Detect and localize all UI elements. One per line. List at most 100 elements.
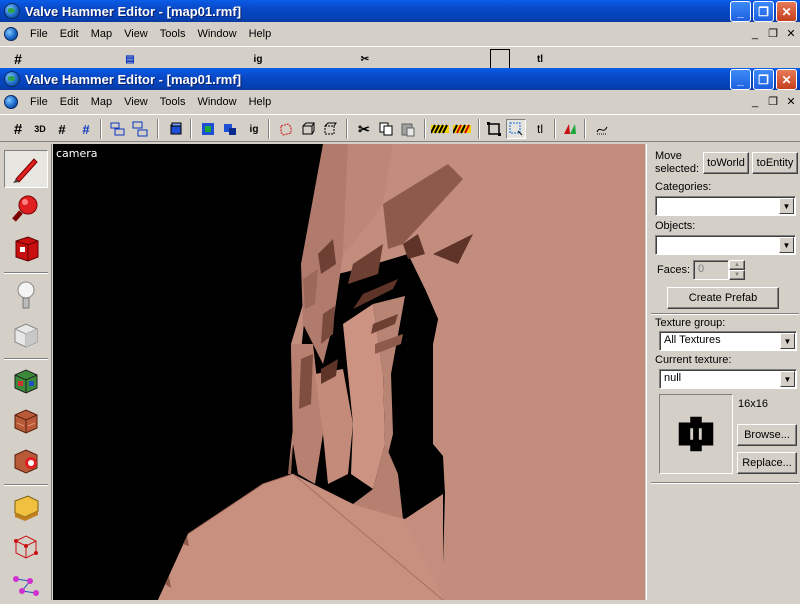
transform-icon[interactable]	[592, 119, 612, 139]
carve-icon[interactable]	[276, 119, 296, 139]
chevron-down-icon[interactable]: ▼	[779, 198, 794, 214]
ungroup-icon[interactable]	[130, 119, 150, 139]
chevron-down-icon[interactable]: ▼	[779, 237, 794, 253]
back-tl-icon[interactable]: tl	[530, 49, 550, 69]
back-ig-icon[interactable]: ig	[248, 49, 268, 69]
back-grid-icon[interactable]: #	[8, 49, 28, 69]
texture-application-icon[interactable]	[4, 362, 48, 400]
show-all-icon[interactable]	[198, 119, 218, 139]
menu-view[interactable]: View	[118, 96, 154, 108]
texture-lock-icon[interactable]: ig	[244, 119, 264, 139]
toolbar-separator	[424, 119, 426, 139]
texture-preview	[659, 394, 733, 474]
mdi-close-button[interactable]: ✕	[784, 95, 798, 108]
view-3d-grid-icon[interactable]: 3D	[30, 119, 50, 139]
app-globe-icon	[4, 71, 20, 87]
back-menu-help[interactable]: Help	[243, 28, 278, 40]
objects-label: Objects:	[655, 220, 696, 232]
texture-group-dropdown[interactable]: All Textures ▼	[659, 331, 797, 351]
back-menu-map[interactable]: Map	[85, 28, 118, 40]
back-close-button[interactable]: ✕	[776, 1, 797, 22]
text-tool-icon[interactable]: tl	[530, 119, 550, 139]
objects-dropdown[interactable]: ▼	[655, 235, 796, 255]
back-mdi-restore[interactable]: ❐	[766, 27, 780, 40]
back-minimize-button[interactable]: _	[730, 1, 751, 22]
clipping-tool-icon[interactable]	[4, 488, 48, 526]
mdi-restore-button[interactable]: ❐	[766, 95, 780, 108]
current-texture-dropdown[interactable]: null ▼	[659, 369, 797, 389]
group-icon[interactable]	[108, 119, 128, 139]
camera-tool-icon[interactable]	[4, 230, 48, 268]
menu-map[interactable]: Map	[85, 96, 118, 108]
back-select-icon[interactable]	[490, 49, 510, 69]
palette-separator	[4, 272, 48, 274]
chevron-down-icon[interactable]: ▼	[780, 371, 795, 387]
clip-icon[interactable]	[320, 119, 340, 139]
current-texture-value: null	[664, 372, 682, 384]
toolbar-separator	[268, 119, 270, 139]
smaller-grid-icon[interactable]: #	[52, 119, 72, 139]
back-menu-view[interactable]: View	[118, 28, 154, 40]
entity-tool-icon[interactable]	[4, 276, 48, 314]
hide-entities-icon[interactable]	[430, 119, 450, 139]
to-entity-button[interactable]: toEntity	[752, 152, 798, 174]
menu-window[interactable]: Window	[191, 96, 242, 108]
back-group-icon[interactable]: ▤	[120, 49, 140, 69]
selection-tool-icon[interactable]	[4, 150, 48, 188]
faces-spin-down[interactable]: ▼	[729, 270, 745, 280]
menu-file[interactable]: File	[24, 96, 54, 108]
larger-grid-icon[interactable]: #	[76, 119, 96, 139]
back-cut-icon[interactable]: ✂	[355, 49, 375, 69]
back-mdi-close[interactable]: ✕	[784, 27, 798, 40]
grid-toggle-icon[interactable]: #	[8, 119, 28, 139]
faces-spin-up[interactable]: ▲	[729, 260, 745, 270]
to-world-button[interactable]: toWorld	[703, 152, 749, 174]
run-map-icon[interactable]	[560, 119, 580, 139]
magnify-tool-icon[interactable]	[4, 190, 48, 228]
path-tool-icon[interactable]	[4, 566, 48, 604]
back-window-titlebar[interactable]: Valve Hammer Editor - [map01.rmf] _ ❐ ✕	[0, 0, 800, 22]
texture-size: 16x16	[738, 398, 768, 410]
back-menu-edit[interactable]: Edit	[54, 28, 85, 40]
toolbar-separator	[157, 119, 159, 139]
select-box-icon[interactable]	[484, 119, 504, 139]
menu-edit[interactable]: Edit	[54, 96, 85, 108]
toolbar-separator	[100, 119, 102, 139]
minimize-button[interactable]: _	[730, 69, 751, 90]
back-restore-button[interactable]: ❐	[753, 1, 774, 22]
main-titlebar[interactable]: Valve Hammer Editor - [map01.rmf] _ ❐ ✕	[0, 68, 800, 90]
camera-viewport[interactable]: camera	[53, 144, 645, 600]
close-button[interactable]: ✕	[776, 69, 797, 90]
app-globe-icon	[4, 3, 20, 19]
categories-dropdown[interactable]: ▼	[655, 196, 796, 216]
hide-world-icon[interactable]	[452, 119, 472, 139]
chevron-down-icon[interactable]: ▼	[780, 333, 795, 349]
hide-selection-icon[interactable]	[166, 119, 186, 139]
select-dashed-icon[interactable]	[506, 119, 526, 139]
menu-help[interactable]: Help	[243, 96, 278, 108]
menu-tools[interactable]: Tools	[154, 96, 192, 108]
faces-input[interactable]: 0	[693, 260, 729, 280]
decal-tool-icon[interactable]	[4, 442, 48, 480]
back-menu-window[interactable]: Window	[191, 28, 242, 40]
tool-palette	[0, 144, 52, 600]
toolbar-separator	[584, 119, 586, 139]
hide-unselected-icon[interactable]	[220, 119, 240, 139]
mdi-minimize-button[interactable]: _	[748, 95, 762, 108]
apply-texture-icon[interactable]	[4, 402, 48, 440]
back-mdi-minimize[interactable]: _	[748, 27, 762, 40]
hollow-icon[interactable]	[298, 119, 318, 139]
viewport-render	[53, 144, 645, 600]
restore-button[interactable]: ❐	[753, 69, 774, 90]
current-texture-label: Current texture:	[655, 354, 732, 366]
vertex-tool-icon[interactable]	[4, 528, 48, 566]
back-menu-file[interactable]: File	[24, 28, 54, 40]
cut-icon[interactable]: ✂	[354, 119, 374, 139]
create-prefab-button[interactable]: Create Prefab	[667, 287, 779, 309]
block-tool-icon[interactable]	[4, 316, 48, 354]
copy-icon[interactable]	[376, 119, 396, 139]
back-menu-tools[interactable]: Tools	[154, 28, 192, 40]
browse-button[interactable]: Browse...	[737, 424, 797, 446]
replace-button[interactable]: Replace...	[737, 452, 797, 474]
paste-icon[interactable]	[398, 119, 418, 139]
